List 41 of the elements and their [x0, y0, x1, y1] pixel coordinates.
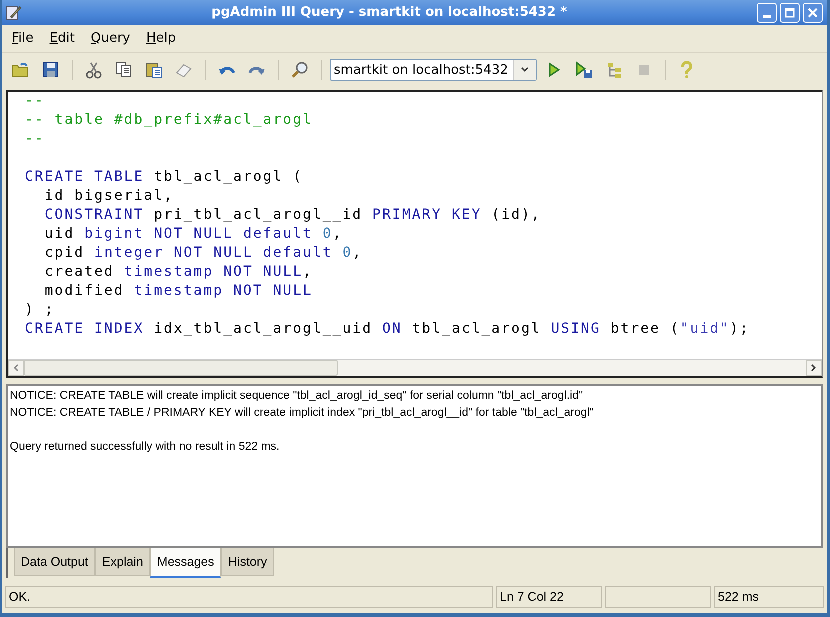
scrollbar-thumb[interactable]	[24, 360, 338, 376]
connection-dropdown[interactable]: smartkit on localhost:5432	[330, 59, 537, 81]
code-line: ) ;	[25, 301, 56, 320]
message-line: NOTICE: CREATE TABLE will create implicit sequence "tbl_acl_arogl_id_seq" for serial column "tbl_acl_arogl.id"	[10, 389, 584, 404]
menu-item[interactable]: Edit	[42, 29, 83, 48]
menu-item[interactable]: Query	[82, 29, 138, 48]
code-line: --	[25, 130, 46, 149]
code-line: --	[25, 92, 46, 111]
code-line: cpid integer NOT NULL default 0,	[44, 244, 364, 263]
chevron-right-icon	[811, 364, 817, 372]
code-line: -- table #db_prefix#acl_arogl	[25, 111, 314, 130]
chevron-down-icon	[520, 67, 530, 73]
menu-item[interactable]: File	[4, 29, 42, 48]
panel-tab[interactable]: Messages	[150, 548, 222, 578]
chevron-left-icon	[13, 364, 19, 372]
code-line: CREATE TABLE tbl_acl_arogl (	[25, 168, 304, 187]
sql-editor[interactable]	[6, 90, 823, 378]
code-line: CREATE INDEX idx_tbl_acl_arogl__uid ON tbl_acl_arogl USING btree ("uid");	[25, 320, 751, 339]
cursor-position: Ln 7 Col 22	[496, 586, 602, 608]
close-icon	[808, 8, 818, 18]
message-line: NOTICE: CREATE TABLE / PRIMARY KEY will create implicit index "pri_tbl_acl_arogl__id" for table "tbl_acl_arogl"	[10, 406, 595, 421]
query-time: 522 ms	[714, 586, 824, 608]
horizontal-scrollbar[interactable]	[8, 359, 822, 376]
panel-tab[interactable]: Data Output	[14, 548, 96, 576]
panel-tab[interactable]: Explain	[95, 548, 150, 576]
minimize-button[interactable]	[757, 2, 777, 22]
code-line: id bigserial,	[44, 187, 175, 206]
close-button[interactable]	[803, 2, 823, 22]
code-line: uid bigint NOT NULL default 0,	[44, 225, 344, 244]
message-line: Query returned successfully with no result in 522 ms.	[10, 440, 281, 455]
window-title: pgAdmin III Query - smartkit on localhost:5432 *	[210, 5, 568, 20]
code-line: modified timestamp NOT NULL	[44, 282, 314, 301]
code-line: created timestamp NOT NULL,	[44, 263, 314, 282]
minimize-icon	[763, 14, 771, 18]
maximize-icon	[785, 8, 795, 18]
menu-item[interactable]: Help	[138, 29, 184, 48]
pencil-paper-icon	[6, 4, 22, 20]
code-line: CONSTRAINT pri_tbl_acl_arogl__id PRIMARY KEY (id),	[44, 206, 542, 225]
panel-tab[interactable]: History	[221, 548, 274, 576]
status-message: OK.	[5, 586, 493, 608]
maximize-button[interactable]	[780, 2, 800, 22]
